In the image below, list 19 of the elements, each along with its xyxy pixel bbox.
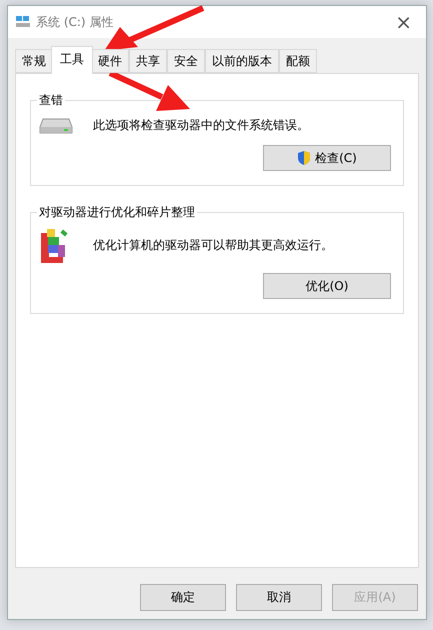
tab[interactable]: 安全 [167,49,205,73]
action-button[interactable]: 检查(C) [263,145,391,171]
dialog-button[interactable]: 确定 [140,584,226,611]
window-icon [16,16,30,28]
dialog-button[interactable]: 取消 [236,584,322,611]
tab[interactable]: 共享 [129,49,167,73]
close-button[interactable]: × [389,10,418,34]
description: 此选项将检查驱动器中的文件系统错误。 [93,116,309,134]
group-title: 对驱动器进行优化和碎片整理 [38,204,196,221]
shield-icon [297,150,312,166]
group-title: 查错 [38,92,64,109]
tab[interactable]: 以前的版本 [205,49,279,73]
tab[interactable]: 硬件 [91,49,129,73]
description: 优化计算机的驱动器可以帮助其更高效运行。 [93,236,333,254]
tab[interactable]: 常规 [15,49,53,73]
action-button[interactable]: 优化(O) [263,273,391,299]
tab[interactable]: 工具 [51,46,93,74]
tab[interactable]: 配额 [279,49,317,73]
window-title: 系统 (C:) 属性 [36,14,114,30]
